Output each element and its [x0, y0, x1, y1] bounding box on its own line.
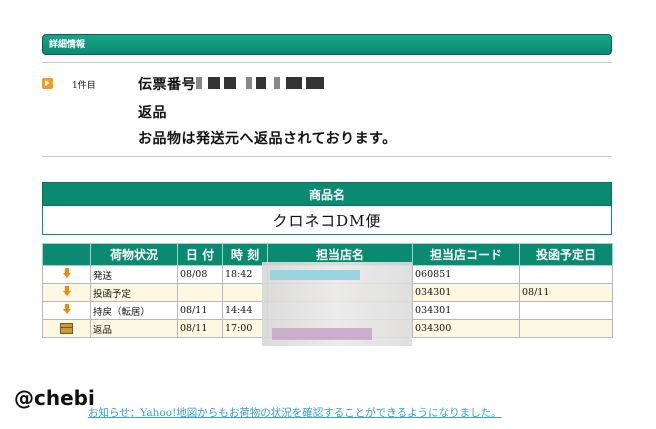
row-date: [177, 283, 223, 302]
down-arrow-icon: [62, 304, 71, 314]
col-status: 荷物状況: [90, 243, 178, 266]
row-date: 08/11: [177, 319, 223, 338]
col-date: 日 付: [177, 243, 223, 266]
details-title: 詳細情報: [49, 40, 86, 50]
row-time: [222, 283, 268, 302]
row-time: 17:00: [222, 319, 268, 338]
col-planned-date: 投函予定日: [519, 243, 613, 266]
row-status: 発送: [90, 265, 178, 284]
row-status: 持戻（転居）: [90, 301, 178, 320]
status-message: お品物は発送元へ返品されております。: [138, 131, 397, 147]
row-time: 14:44: [222, 301, 268, 320]
row-planned: [519, 265, 613, 284]
row-time: 18:42: [222, 265, 268, 284]
redacted-store-names: [262, 262, 412, 346]
col-store-code: 担当店コード: [412, 243, 520, 266]
slip-number-label: 伝票番号: [138, 74, 196, 94]
divider: [42, 62, 612, 63]
goods-name: クロネコDM便: [42, 205, 612, 235]
divider: [42, 156, 612, 157]
status-text: 返品: [138, 105, 167, 121]
down-arrow-icon: [62, 268, 71, 278]
watermark: @chebi: [14, 386, 95, 410]
row-planned: [519, 301, 613, 320]
down-arrow-icon: [62, 286, 71, 296]
row-planned: 08/11: [519, 283, 613, 302]
col-time: 時 刻: [222, 243, 268, 266]
row-date: 08/08: [177, 265, 223, 284]
row-date: 08/11: [177, 301, 223, 320]
right-arrow-icon: [42, 78, 53, 89]
details-section-header: 詳細情報: [42, 34, 612, 55]
row-store-code: 060851: [412, 265, 520, 284]
goods-header: 商品名: [42, 182, 612, 206]
goods-table: 商品名 クロネコDM便: [42, 182, 612, 235]
row-store-code: 034300: [412, 319, 520, 338]
notice-link[interactable]: お知らせ：Yahoo!地図からもお荷物の状況を確認することができるようになりまし…: [88, 405, 502, 420]
icon-column-header: [42, 243, 91, 266]
row-store-code: 034301: [412, 283, 520, 302]
row-store-code: 034301: [412, 301, 520, 320]
row-status: 投函予定: [90, 283, 178, 302]
box-icon: [60, 322, 73, 334]
item-count: 1件目: [72, 81, 96, 91]
row-status: 返品: [90, 319, 178, 338]
slip-number-text: 伝票番号: [138, 77, 196, 93]
row-planned: [519, 319, 613, 338]
